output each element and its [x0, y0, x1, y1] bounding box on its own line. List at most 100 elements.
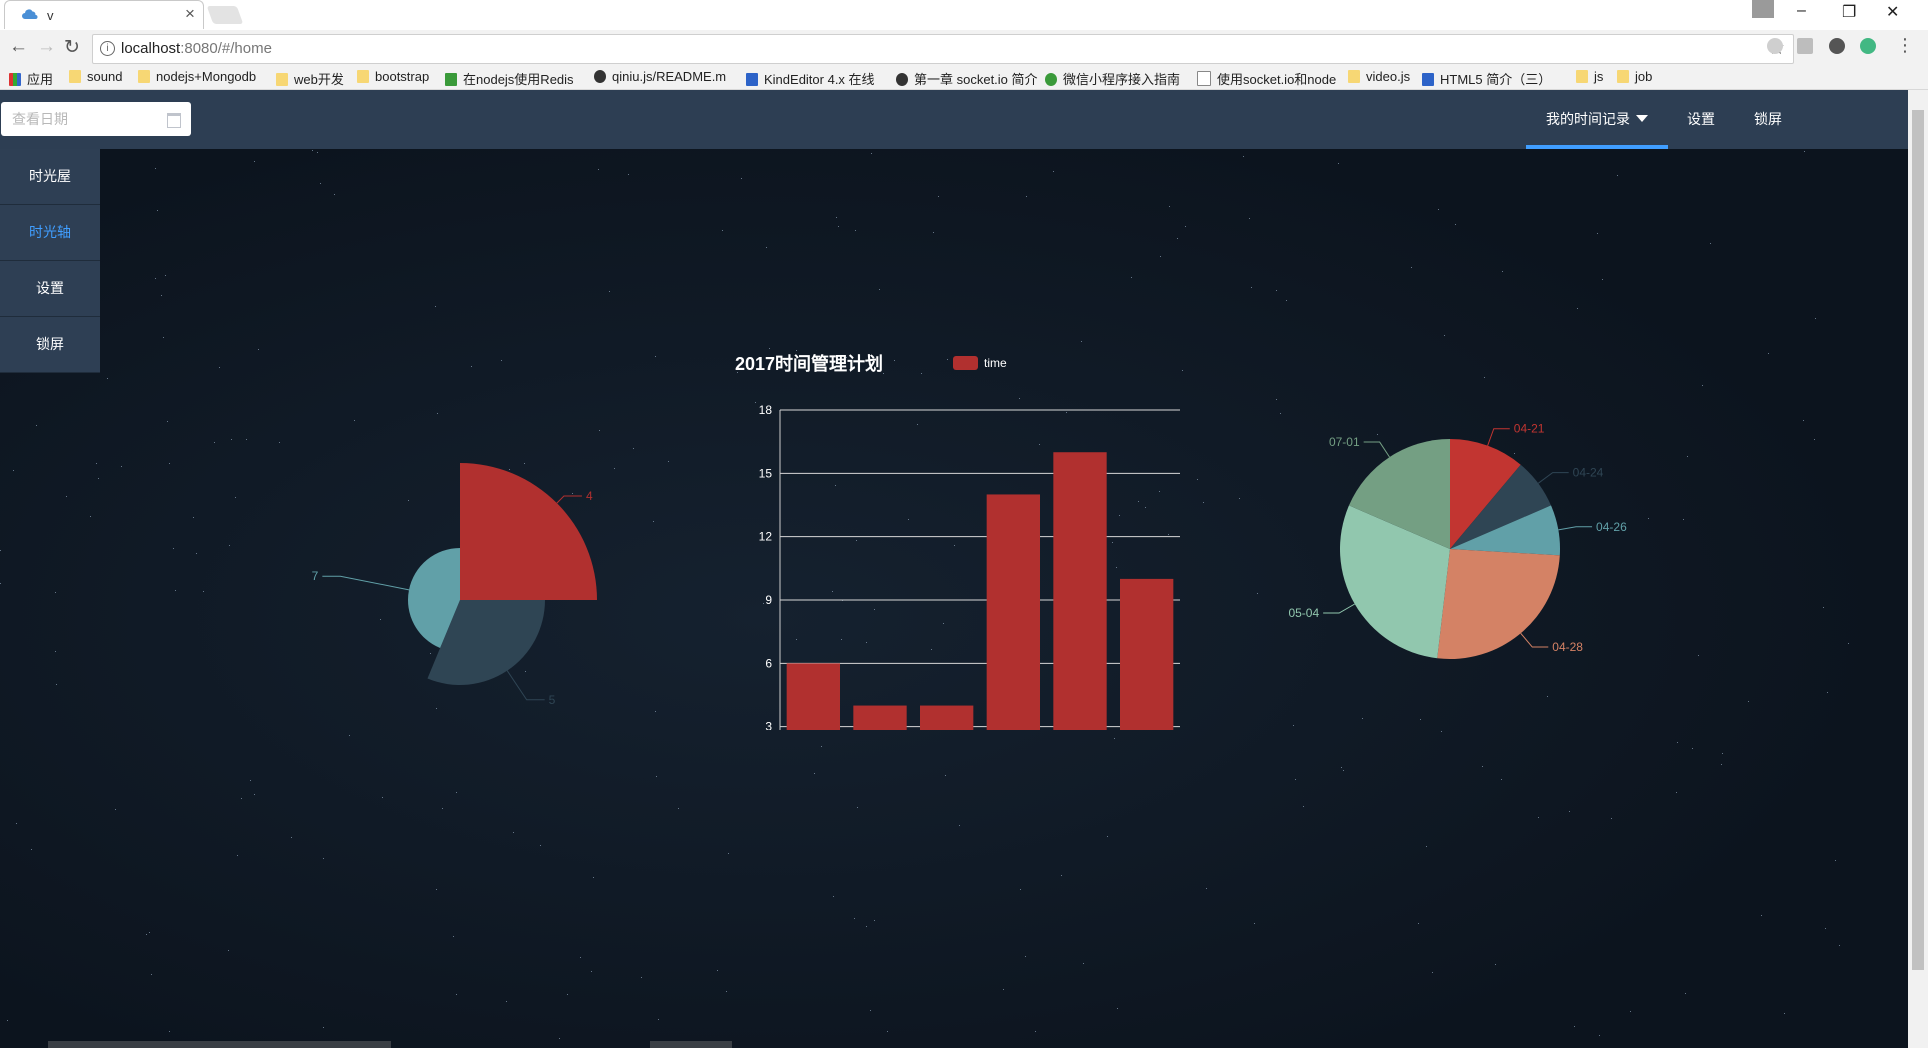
star-dot — [857, 807, 858, 808]
bookmark-item[interactable]: nodejs+Mongodb — [138, 69, 256, 84]
star-dot — [1420, 719, 1421, 720]
star-dot — [1286, 300, 1287, 301]
extension-icon[interactable] — [1767, 38, 1783, 54]
star-dot — [1276, 290, 1277, 291]
bookmark-item[interactable]: job — [1617, 69, 1652, 84]
star-dot — [1814, 439, 1815, 440]
address-bar[interactable]: i localhost:8080/#/home ☆ — [92, 34, 1794, 64]
star-dot — [1501, 779, 1502, 780]
menu-settings[interactable]: 设置 — [1684, 90, 1718, 149]
star-dot — [1083, 963, 1084, 964]
star-dot — [1185, 226, 1186, 227]
bookmark-item[interactable]: sound — [69, 69, 122, 84]
extension-icon[interactable] — [1829, 38, 1845, 54]
app-viewport: 我的时间记录 设置 锁屏 时光屋 时光轴 设置 锁屏 4 5 7 2017时间管理计… — [0, 90, 1908, 1048]
star-dot — [1848, 643, 1849, 644]
profile-icon[interactable] — [1752, 0, 1774, 18]
info-icon[interactable]: i — [100, 41, 115, 56]
star-dot — [1035, 1031, 1036, 1032]
star-dot — [312, 150, 313, 151]
star-dot — [155, 168, 156, 169]
horizontal-scrollbar-thumb[interactable] — [650, 1041, 732, 1048]
star-dot — [959, 825, 960, 826]
pie-slice-4 — [460, 463, 597, 600]
bookmark-item[interactable]: HTML5 简介（三） — [1422, 69, 1551, 88]
star-dot — [107, 378, 108, 379]
star-dot — [279, 442, 280, 443]
star-dot — [382, 797, 383, 798]
menu-lock-screen[interactable]: 锁屏 — [1753, 90, 1783, 149]
vue-devtools-icon[interactable] — [1860, 38, 1876, 54]
star-dot — [320, 183, 321, 184]
bookmark-item[interactable]: bootstrap — [357, 69, 429, 84]
bookmark-item[interactable]: qiniu.js/README.m — [594, 69, 726, 84]
close-window-icon[interactable]: ✕ — [1886, 2, 1899, 22]
menu-my-time-records[interactable]: 我的时间记录 — [1526, 90, 1668, 149]
star-dot — [115, 809, 116, 810]
star-dot — [121, 466, 122, 467]
star-dot — [237, 855, 238, 856]
horizontal-scrollbar-thumb[interactable] — [48, 1041, 391, 1048]
reload-icon[interactable]: ↻ — [64, 36, 80, 59]
star-dot — [55, 651, 56, 652]
cloud-icon — [22, 9, 38, 19]
pie-label: 4 — [586, 489, 593, 503]
bookmark-item[interactable]: js — [1576, 69, 1603, 84]
star-dot — [1617, 175, 1618, 176]
star-dot — [598, 169, 599, 170]
browser-tab[interactable]: v × — [4, 0, 204, 29]
menu-dots-icon[interactable]: ⋮ — [1896, 35, 1914, 56]
scrollbar-thumb[interactable] — [1912, 110, 1924, 970]
pie-label: 7 — [312, 569, 319, 583]
pie-label-line — [1537, 472, 1569, 484]
date-input[interactable] — [10, 110, 164, 128]
star-dot — [90, 516, 91, 517]
star-dot — [593, 877, 594, 878]
bookmark-item[interactable]: 第一章 socket.io 简介 — [896, 69, 1038, 88]
date-picker[interactable] — [1, 102, 191, 136]
extension-icon[interactable] — [1797, 38, 1813, 54]
star-dot — [456, 792, 457, 793]
forward-icon[interactable]: → — [37, 36, 56, 58]
back-icon[interactable]: ← — [9, 36, 28, 58]
bookmark-item[interactable]: 在nodejs使用Redis — [445, 69, 574, 88]
bookmark-item[interactable]: video.js — [1348, 69, 1410, 84]
pie-label-line — [1487, 428, 1510, 446]
new-tab-button[interactable] — [206, 6, 244, 24]
bookmark-item[interactable]: web开发 — [276, 69, 344, 88]
sidebar-item-timeline[interactable]: 时光轴 — [0, 205, 100, 261]
sidebar-item-settings[interactable]: 设置 — [0, 261, 100, 317]
legend-label: time — [984, 356, 1007, 370]
tab-close-icon[interactable]: × — [185, 4, 195, 24]
sidebar-item-time-house[interactable]: 时光屋 — [0, 149, 100, 205]
restore-icon[interactable]: ❐ — [1842, 2, 1856, 22]
star-dot — [13, 470, 14, 471]
star-dot — [323, 858, 324, 859]
pie-label-line — [1558, 526, 1593, 531]
star-dot — [250, 780, 251, 781]
minimize-icon[interactable]: – — [1797, 2, 1806, 20]
star-dot — [254, 161, 255, 162]
star-dot — [1599, 1035, 1600, 1036]
star-dot — [506, 1001, 507, 1002]
star-dot — [1823, 607, 1824, 608]
bookmark-item[interactable]: 应用 — [9, 69, 53, 88]
star-dot — [1804, 151, 1805, 152]
star-dot — [871, 153, 872, 154]
bookmark-item[interactable]: 使用socket.io和node — [1197, 69, 1336, 88]
star-dot — [36, 425, 37, 426]
bookmark-item[interactable]: KindEditor 4.x 在线 — [746, 69, 875, 88]
calendar-icon[interactable] — [167, 113, 181, 128]
star-dot — [235, 497, 236, 498]
star-dot — [1117, 1008, 1118, 1009]
star-dot — [7, 1020, 8, 1021]
bookmark-item[interactable]: 微信小程序接入指南 — [1045, 69, 1180, 88]
star-dot — [0, 550, 1, 551]
sidebar-item-lock[interactable]: 锁屏 — [0, 317, 100, 373]
star-dot — [1341, 767, 1342, 768]
star-dot — [435, 306, 436, 307]
star-dot — [231, 439, 232, 440]
star-dot — [241, 798, 242, 799]
pie-label: 04-21 — [1514, 422, 1545, 436]
star-dot — [855, 230, 856, 231]
